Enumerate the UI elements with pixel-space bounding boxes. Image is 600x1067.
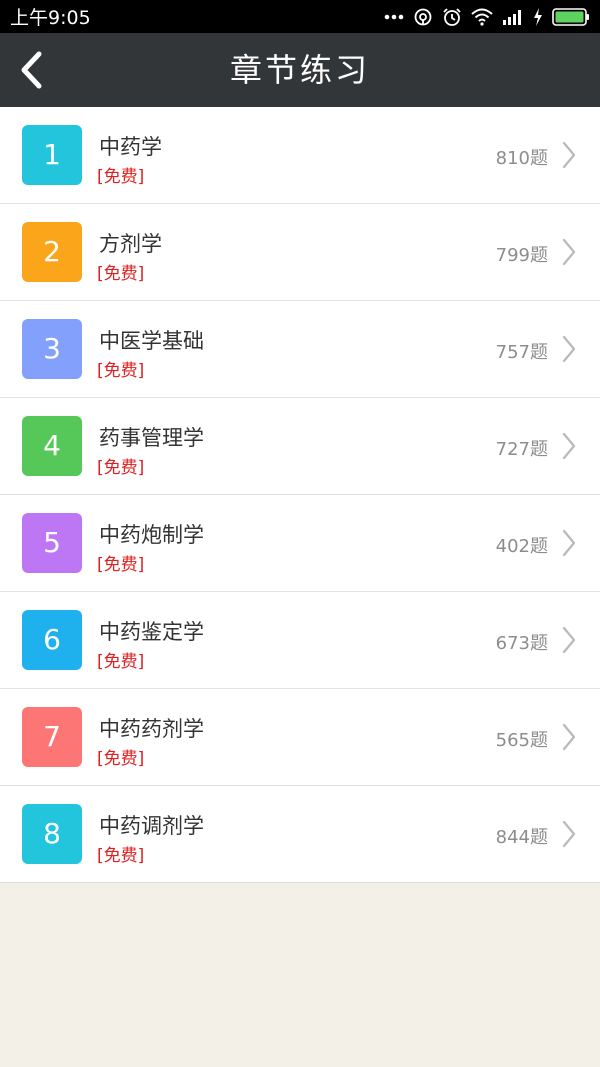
chapter-row[interactable]: 2 方剂学 [免费] 799题 bbox=[0, 204, 600, 301]
chapter-number-badge: 1 bbox=[22, 125, 82, 185]
chapter-row[interactable]: 3 中医学基础 [免费] 757题 bbox=[0, 301, 600, 398]
chapter-name: 中药药剂学 bbox=[99, 717, 204, 741]
question-count: 565题 bbox=[495, 730, 548, 751]
status-bar: 上午9:05 bbox=[0, 0, 600, 33]
question-count: 844题 bbox=[495, 827, 548, 848]
chapter-number-badge: 6 bbox=[22, 610, 82, 670]
chapter-number-badge: 7 bbox=[22, 707, 82, 767]
question-count: 757题 bbox=[495, 342, 548, 363]
question-count: 810题 bbox=[495, 148, 548, 169]
chevron-right-icon bbox=[560, 722, 578, 752]
free-tag: [免费] bbox=[97, 846, 145, 866]
chapter-number-badge: 5 bbox=[22, 513, 82, 573]
question-count: 727题 bbox=[495, 439, 548, 460]
chapter-row[interactable]: 4 药事管理学 [免费] 727题 bbox=[0, 398, 600, 495]
free-tag: [免费] bbox=[97, 264, 145, 284]
nav-bar: 章节练习 bbox=[0, 33, 600, 107]
chevron-right-icon bbox=[560, 334, 578, 364]
chapter-row[interactable]: 6 中药鉴定学 [免费] 673题 bbox=[0, 592, 600, 689]
chapter-name: 中药学 bbox=[99, 135, 162, 159]
chapter-row[interactable]: 7 中药药剂学 [免费] 565题 bbox=[0, 689, 600, 786]
question-count: 673题 bbox=[495, 633, 548, 654]
chapter-name: 中药调剂学 bbox=[99, 814, 204, 838]
chapter-name: 药事管理学 bbox=[99, 426, 204, 450]
chevron-right-icon bbox=[560, 140, 578, 170]
chapter-number-badge: 8 bbox=[22, 804, 82, 864]
chevron-right-icon bbox=[560, 528, 578, 558]
free-tag: [免费] bbox=[97, 749, 145, 769]
charging-icon bbox=[533, 7, 543, 26]
chapter-name: 中药鉴定学 bbox=[99, 620, 204, 644]
question-count: 799题 bbox=[495, 245, 548, 266]
sync-icon bbox=[413, 7, 433, 27]
chevron-right-icon bbox=[560, 431, 578, 461]
more-dots-icon bbox=[384, 14, 404, 20]
alarm-icon bbox=[442, 7, 462, 27]
chapter-row[interactable]: 5 中药炮制学 [免费] 402题 bbox=[0, 495, 600, 592]
chapter-row[interactable]: 8 中药调剂学 [免费] 844题 bbox=[0, 786, 600, 882]
free-tag: [免费] bbox=[97, 361, 145, 381]
chapter-number-badge: 4 bbox=[22, 416, 82, 476]
free-tag: [免费] bbox=[97, 458, 145, 478]
chapter-number-badge: 2 bbox=[22, 222, 82, 282]
free-tag: [免费] bbox=[97, 652, 145, 672]
chevron-right-icon bbox=[560, 819, 578, 849]
free-tag: [免费] bbox=[97, 555, 145, 575]
chapter-number-badge: 3 bbox=[22, 319, 82, 379]
chapter-list: 1 中药学 [免费] 810题 2 方剂学 [免费] 799题 3 中医学基础 [免费] 757题 4 药… bbox=[0, 107, 600, 883]
chapter-name: 中药炮制学 bbox=[99, 523, 204, 547]
chapter-name: 中医学基础 bbox=[99, 329, 204, 353]
chevron-right-icon bbox=[560, 237, 578, 267]
wifi-icon bbox=[471, 8, 493, 26]
free-tag: [免费] bbox=[97, 167, 145, 187]
page-title: 章节练习 bbox=[229, 51, 370, 89]
status-icons bbox=[384, 0, 590, 33]
battery-icon bbox=[552, 7, 590, 26]
chapter-name: 方剂学 bbox=[99, 232, 162, 256]
chapter-row[interactable]: 1 中药学 [免费] 810题 bbox=[0, 107, 600, 204]
chevron-right-icon bbox=[560, 625, 578, 655]
signal-icon bbox=[502, 9, 524, 25]
status-time: 上午9:05 bbox=[10, 7, 91, 29]
question-count: 402题 bbox=[495, 536, 548, 557]
